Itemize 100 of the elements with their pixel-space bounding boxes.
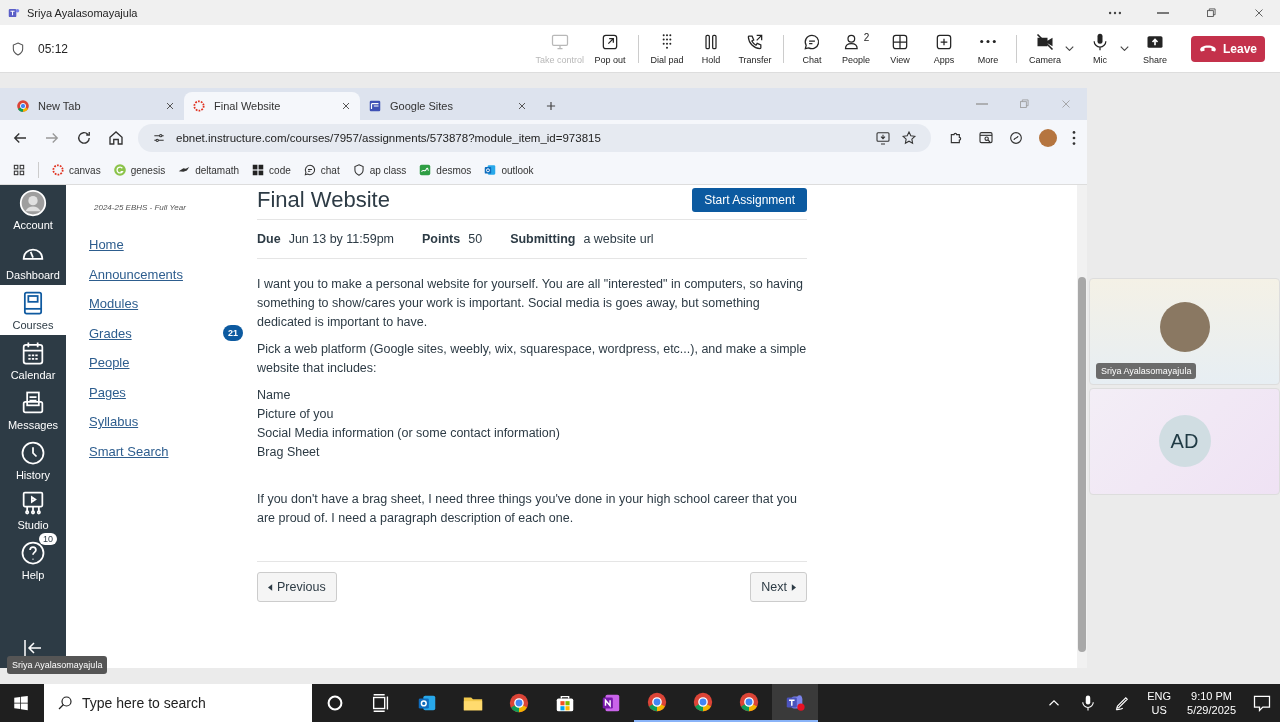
search-field[interactable]: Type here to search <box>44 684 312 722</box>
list-line: Brag Sheet <box>257 444 321 461</box>
bookmark[interactable]: ap class <box>351 163 407 177</box>
next-button[interactable]: Next <box>750 572 807 602</box>
call-timer: 05:12 <box>38 41 69 56</box>
phone-icon <box>745 32 765 52</box>
outlook-icon <box>483 163 498 177</box>
more-button[interactable]: More <box>966 30 1010 67</box>
clock[interactable]: 9:10 PM 5/29/2025 <box>1187 689 1236 717</box>
course-nav-link[interactable]: Pages <box>89 384 126 400</box>
apps-grid-icon[interactable] <box>12 163 26 177</box>
install-icon[interactable] <box>875 130 891 146</box>
bookmark[interactable]: outlook <box>483 163 534 177</box>
ring-icon <box>51 163 65 177</box>
camera-off-icon <box>1035 32 1055 52</box>
course-nav-link[interactable]: Smart Search <box>89 443 169 459</box>
detail-label: Submitting <box>510 232 576 246</box>
reload-icon[interactable] <box>75 129 93 147</box>
transfer-button[interactable]: Transfer <box>733 30 777 67</box>
popout-button[interactable]: Pop out <box>588 30 632 67</box>
bookmark[interactable]: genesis <box>112 163 166 177</box>
pause-button[interactable]: Hold <box>689 30 733 67</box>
star-icon[interactable] <box>901 130 917 146</box>
chat-icon <box>802 32 822 52</box>
course-nav-link[interactable]: Home <box>89 237 124 253</box>
photo-placeholder <box>1159 302 1210 352</box>
grid-icon <box>890 32 910 52</box>
nav-item[interactable]: History <box>0 435 66 485</box>
sites-icon <box>368 99 382 113</box>
home-icon[interactable] <box>107 129 125 147</box>
mic-button[interactable]: Mic <box>1078 30 1122 67</box>
nav-item[interactable]: Calendar <box>0 335 66 385</box>
participant-name: Sriya Ayalasomayajula <box>1096 362 1197 379</box>
bookmark[interactable]: desmos <box>418 163 472 177</box>
scrollbar[interactable] <box>1077 185 1087 668</box>
detail-label: Due <box>257 232 281 246</box>
close-icon[interactable] <box>516 100 528 112</box>
window-title: Sriya Ayalasomayajula <box>27 6 138 19</box>
notification-badge: 10 <box>39 533 57 545</box>
chat-button[interactable]: Chat <box>790 30 834 67</box>
restore-icon[interactable] <box>1204 5 1218 20</box>
detail-value: Jun 13 by 11:59pm <box>288 232 395 246</box>
detail-value: a website url <box>583 232 654 246</box>
more-icon[interactable] <box>1072 130 1076 146</box>
plus-button[interactable]: Apps <box>922 30 966 67</box>
site-settings-icon[interactable] <box>152 131 166 145</box>
browser-tab[interactable]: Final Website <box>184 92 360 120</box>
share-button[interactable]: Share <box>1133 30 1177 67</box>
course-nav-link[interactable]: Grades <box>89 325 132 341</box>
bookmark[interactable]: code <box>251 163 291 177</box>
address-bar[interactable]: ebnet.instructure.com/courses/7957/assignments/573878?module_item_id=973815 <box>138 124 931 152</box>
nav-item[interactable]: Messages <box>0 385 66 435</box>
close-icon[interactable] <box>340 100 352 112</box>
camoff-button[interactable]: Camera <box>1023 30 1067 67</box>
search-icon <box>56 694 74 712</box>
g-letter-icon <box>112 163 127 177</box>
browser-tab[interactable]: Google Sites <box>360 92 536 120</box>
chrome-logo-icon <box>16 99 30 113</box>
caret-icon[interactable] <box>1120 46 1129 51</box>
course-nav-link[interactable]: Announcements <box>89 266 183 282</box>
language-indicator[interactable]: ENG US <box>1147 689 1172 717</box>
bookmark[interactable]: canvas <box>51 163 101 177</box>
nav-item[interactable]: Studio <box>0 485 66 535</box>
list-line: Social Media information (or some contact information) <box>257 425 561 442</box>
tab-search-icon[interactable] <box>978 130 994 146</box>
profile-avatar[interactable] <box>1039 129 1057 147</box>
notification-icon[interactable] <box>1252 693 1272 713</box>
caret-icon[interactable] <box>1065 46 1074 51</box>
puzzle-icon[interactable] <box>948 130 964 146</box>
grid-button[interactable]: View <box>878 30 922 67</box>
dialpad-button[interactable]: Dial pad <box>645 30 689 67</box>
detail-label: Points <box>422 232 461 246</box>
nav-item[interactable]: 10 Help <box>0 535 66 585</box>
left-triangle-icon <box>268 583 273 591</box>
close-icon[interactable] <box>164 100 176 112</box>
course-nav-link[interactable]: Syllabus <box>89 414 139 430</box>
paragraph: Pick a web platform (Google sites, weebly, wix, squarespace, wordpress, etc...), and make a simple website that includes: <box>257 341 807 377</box>
people-button[interactable]: 2 People <box>834 30 878 67</box>
bookmark[interactable]: chat <box>302 163 340 177</box>
bookmark[interactable]: deltamath <box>177 163 240 177</box>
start-assignment-button[interactable]: Start Assignment <box>692 188 807 212</box>
nav-item[interactable]: Courses <box>0 285 66 335</box>
desmos-icon <box>418 163 433 177</box>
nav-item[interactable]: Account <box>0 185 66 235</box>
more-icon[interactable] <box>1108 10 1122 15</box>
chrome-logo-icon <box>646 691 668 713</box>
previous-button[interactable]: Previous <box>257 572 337 602</box>
course-nav-link[interactable]: People <box>89 355 130 371</box>
more-icon <box>979 39 997 44</box>
initials-avatar: AD <box>1158 415 1211 467</box>
minimize-icon[interactable] <box>1156 10 1170 15</box>
list-line: Name <box>257 387 292 404</box>
chat-icon <box>302 163 317 177</box>
browser-tab[interactable]: New Tab <box>8 92 184 120</box>
shield-icon <box>10 40 26 57</box>
windows-logo-icon[interactable] <box>12 694 30 712</box>
new-tab-icon[interactable] <box>544 99 558 113</box>
nav-item[interactable]: Dashboard <box>0 235 66 285</box>
leave-button[interactable]: Leave <box>1191 35 1265 62</box>
course-nav-link[interactable]: Modules <box>89 296 139 312</box>
